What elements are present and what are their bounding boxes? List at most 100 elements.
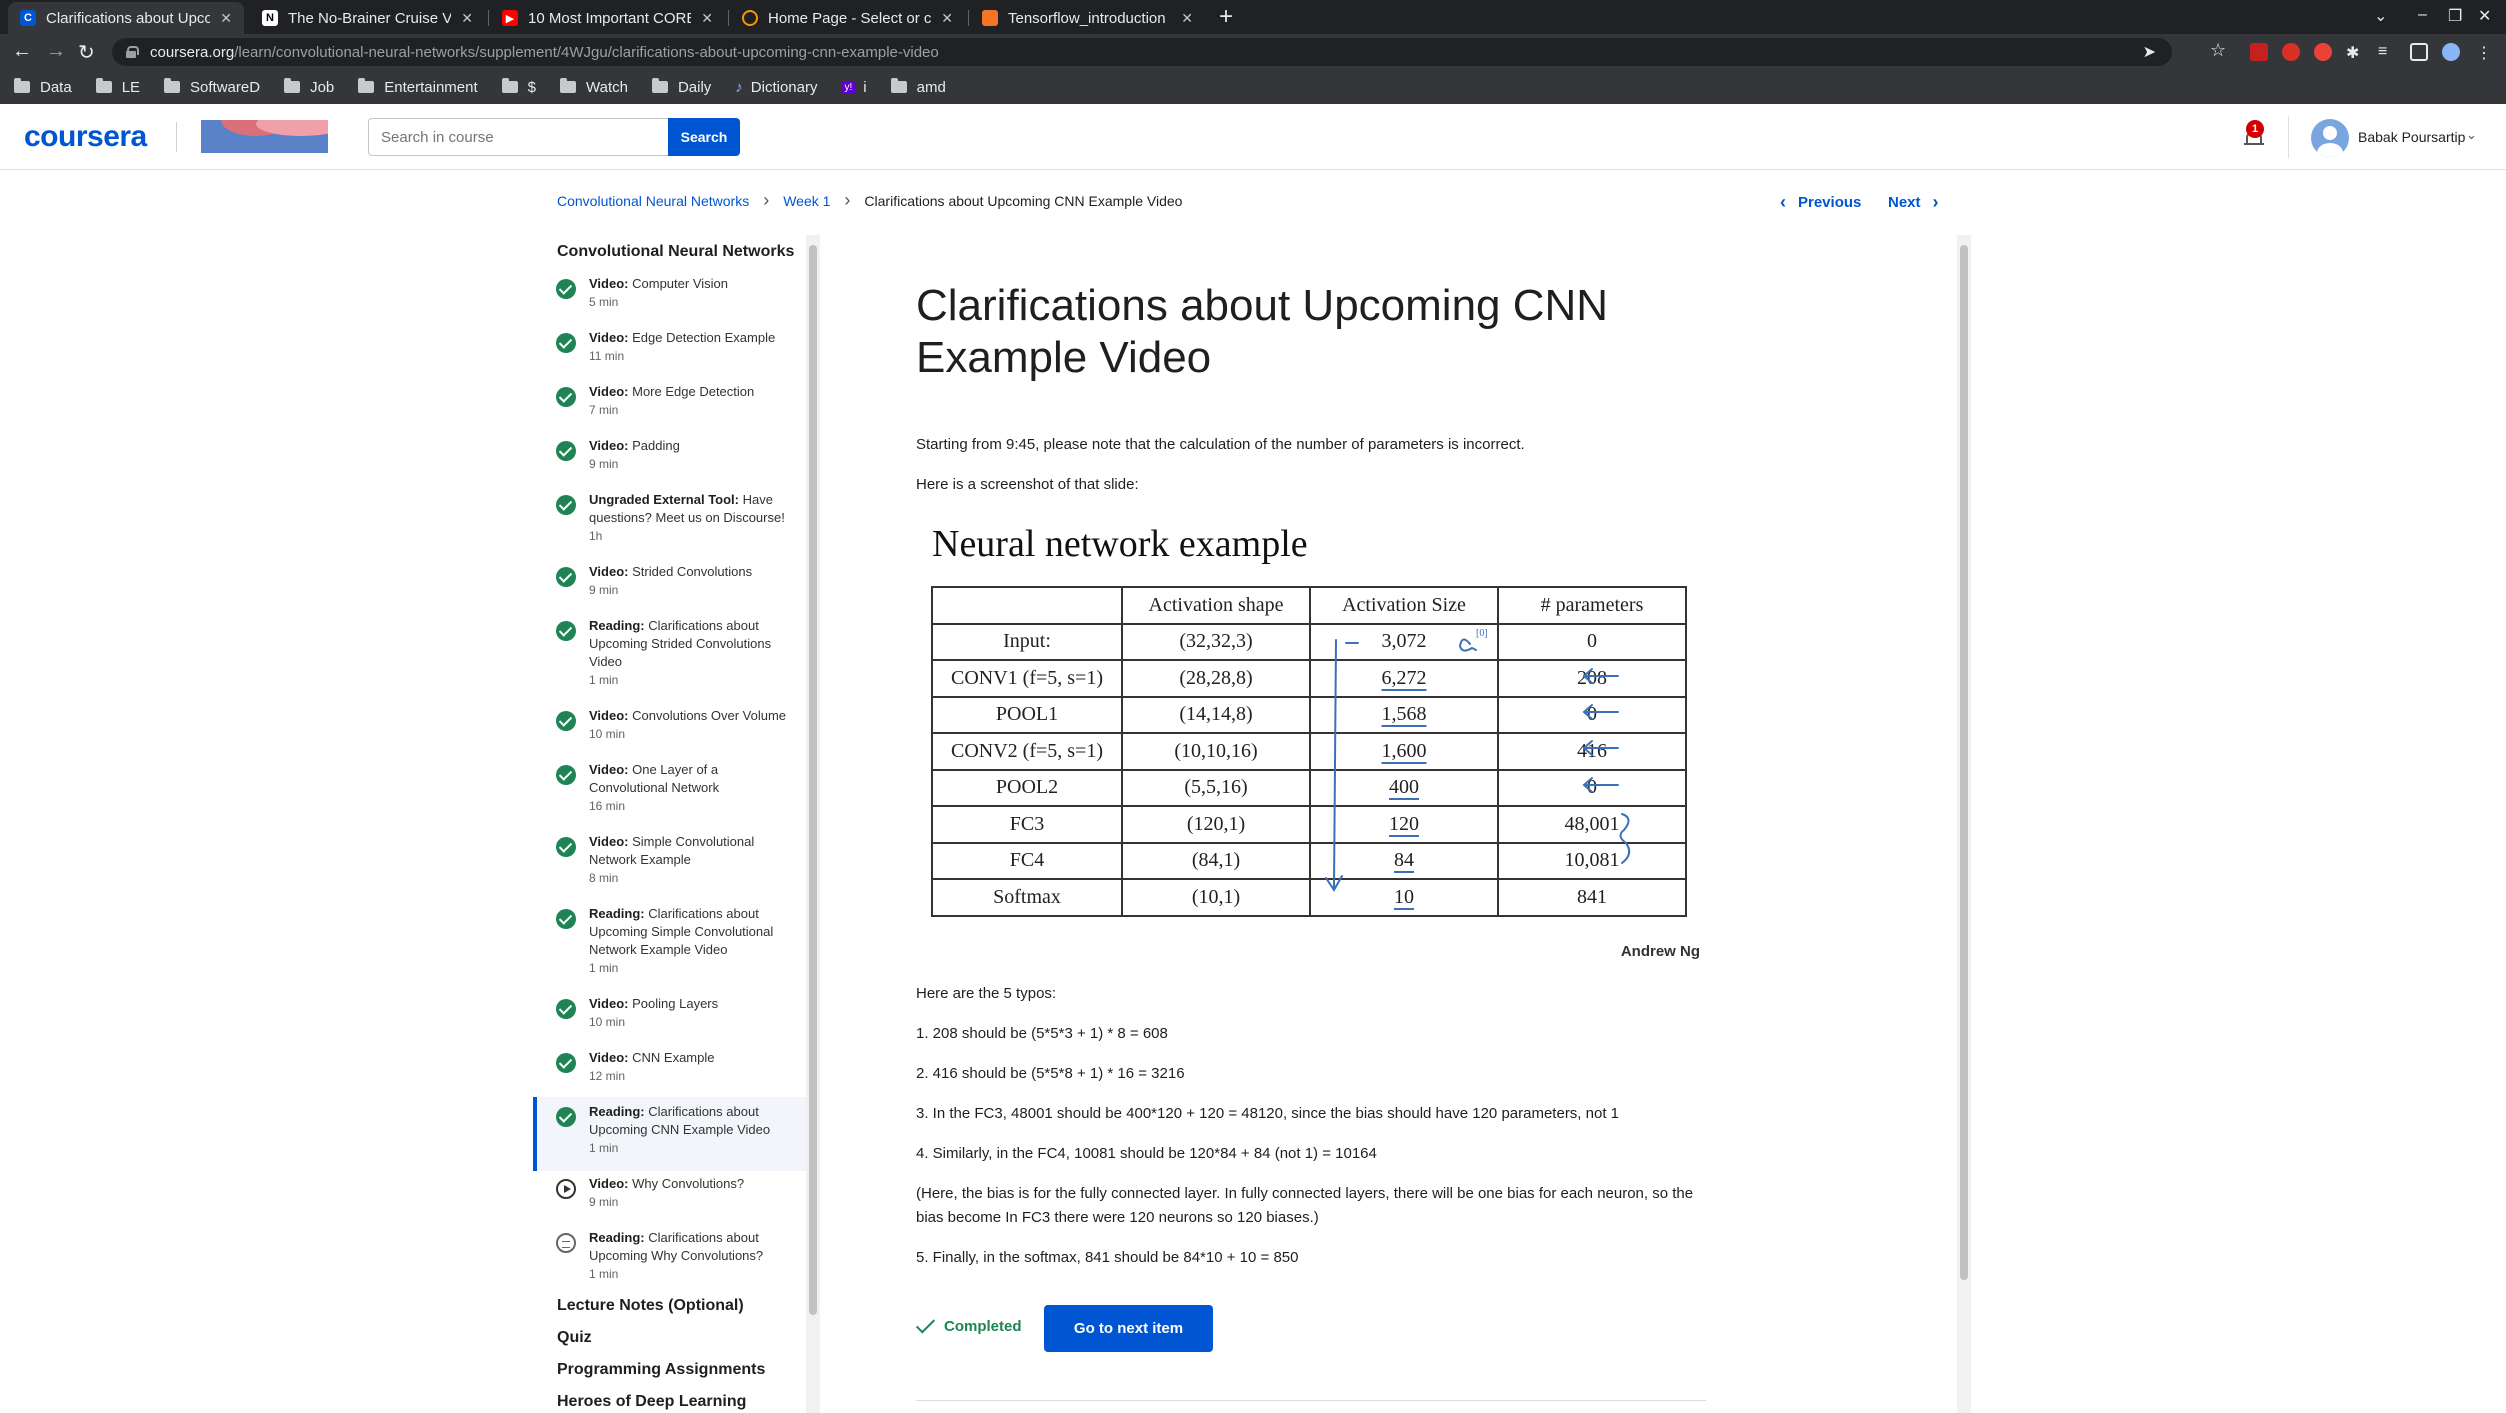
tab-separator: [968, 10, 969, 26]
main-scrollbar[interactable]: [1957, 235, 1971, 1413]
sidebar-course-title: Convolutional Neural Networks: [557, 243, 795, 260]
browser-tab-coursera[interactable]: C Clarifications about Upco ✕: [8, 2, 244, 34]
user-name[interactable]: Babak Poursartip: [2358, 129, 2465, 145]
new-tab-button[interactable]: +: [1213, 5, 1239, 31]
restore-icon[interactable]: ❐: [2448, 6, 2462, 26]
table-cell: 3,072: [1309, 622, 1499, 661]
send-icon[interactable]: ➤: [2143, 42, 2156, 62]
sidebar-item[interactable]: Video: Computer Vision 5 min: [533, 275, 806, 327]
main-scrollbar-thumb[interactable]: [1960, 245, 1968, 1280]
tab-separator: [728, 10, 729, 26]
content-divider: [916, 1400, 1706, 1401]
bookmark-daily[interactable]: Daily: [651, 78, 711, 96]
sidebar-item[interactable]: Reading: Clarifications about Upcoming S…: [533, 905, 806, 993]
close-window-icon[interactable]: ✕: [2478, 6, 2491, 26]
avatar[interactable]: [2311, 119, 2349, 157]
sidebar-section-heroes[interactable]: Heroes of Deep Learning: [557, 1393, 746, 1411]
folder-icon: [651, 78, 668, 93]
browser-tab-youtube[interactable]: ▶ 10 Most Important CORE ✕: [490, 2, 725, 34]
bookmark-dollar[interactable]: $: [501, 78, 536, 96]
browser-tab-homepage[interactable]: Home Page - Select or cre ✕: [730, 2, 965, 34]
sidebar-item[interactable]: Video: One Layer of a Convolutional Netw…: [533, 761, 806, 831]
sidebar-item[interactable]: Video: Strided Convolutions 9 min: [533, 563, 806, 615]
sidebar-item[interactable]: Video: Pooling Layers 10 min: [533, 995, 806, 1047]
table-row: Input: (32,32,3) 3,072 0: [931, 622, 1687, 661]
url-field[interactable]: coursera.org /learn/convolutional-neural…: [112, 38, 2172, 66]
bookmark-watch[interactable]: Watch: [560, 78, 628, 96]
completed-check-icon: [556, 837, 576, 857]
page-title: Clarifications about Upcoming CNN Exampl…: [916, 281, 1609, 382]
menu-icon[interactable]: ⋮: [2476, 43, 2494, 62]
sidebar-item[interactable]: Reading: Clarifications about Upcoming S…: [533, 617, 806, 705]
table-cell: Softmax: [931, 878, 1123, 917]
puzzle-icon[interactable]: ✱: [2346, 43, 2364, 62]
breadcrumb: Convolutional Neural Networks › Week 1 ›…: [557, 190, 1182, 211]
sidebar-scrollbar-thumb[interactable]: [809, 245, 817, 1315]
sidebar-item[interactable]: Video: Padding 9 min: [533, 437, 806, 489]
side-panel-icon[interactable]: [2410, 43, 2428, 61]
bookmark-softwared[interactable]: SoftwareD: [164, 78, 260, 96]
close-tab-icon[interactable]: ✕: [941, 10, 953, 27]
sidebar-item[interactable]: Reading: Clarifications about Upcoming W…: [533, 1229, 806, 1299]
back-icon[interactable]: ←: [12, 40, 32, 63]
breadcrumb-course-link[interactable]: Convolutional Neural Networks: [557, 193, 749, 209]
bookmark-amd[interactable]: amd: [890, 78, 946, 96]
sidebar-section-lecture-notes[interactable]: Lecture Notes (Optional): [557, 1297, 744, 1315]
chevron-left-icon: ‹: [1780, 192, 1786, 212]
folder-icon: [890, 78, 907, 93]
course-outline-sidebar: Convolutional Neural Networks Video: Com…: [533, 235, 806, 1413]
sidebar-scrollbar[interactable]: [806, 235, 820, 1413]
table-header: Activation shape: [1121, 586, 1311, 625]
breadcrumb-week-link[interactable]: Week 1: [783, 193, 830, 209]
sidebar-item[interactable]: Video: Simple Convolutional Network Exam…: [533, 833, 806, 903]
bookmark-dictionary[interactable]: ♪ Dictionary: [735, 79, 817, 96]
extension-icon[interactable]: [2250, 43, 2268, 61]
close-tab-icon[interactable]: ✕: [461, 10, 473, 27]
bookmark-i[interactable]: y! i: [841, 79, 867, 96]
extension-icon[interactable]: [2314, 43, 2332, 61]
browser-tab-cruise[interactable]: N The No-Brainer Cruise Va ✕: [250, 2, 485, 34]
completed-check-icon: [556, 495, 576, 515]
sidebar-item[interactable]: Video: Edge Detection Example 11 min: [533, 329, 806, 381]
sidebar-item[interactable]: Video: Convolutions Over Volume 10 min: [533, 707, 806, 759]
chevron-down-icon[interactable]: ⌄: [2466, 127, 2477, 143]
sidebar-item[interactable]: Video: CNN Example 12 min: [533, 1049, 806, 1101]
sidebar-section-quiz[interactable]: Quiz: [557, 1329, 592, 1347]
forward-icon[interactable]: →: [46, 40, 66, 63]
table-header: # parameters: [1497, 586, 1687, 625]
next-button[interactable]: Next ›: [1888, 192, 1939, 213]
browser-tab-tensorflow[interactable]: Tensorflow_introduction ✕: [970, 2, 1205, 34]
checkmark-icon: [916, 1321, 934, 1333]
sidebar-item[interactable]: Video: More Edge Detection 7 min: [533, 383, 806, 435]
bookmark-star-icon[interactable]: ☆: [2210, 40, 2226, 61]
sidebar-item[interactable]: Ungraded External Tool: Have questions? …: [533, 491, 806, 561]
bookmark-le[interactable]: LE: [95, 78, 140, 96]
bookmark-data[interactable]: Data: [14, 78, 72, 96]
sidebar-item[interactable]: Video: Why Convolutions? 9 min: [533, 1175, 806, 1227]
close-tab-icon[interactable]: ✕: [701, 10, 713, 27]
bookmark-entertainment[interactable]: Entertainment: [358, 78, 478, 96]
search-input[interactable]: [368, 118, 668, 156]
extension-icon[interactable]: [2282, 43, 2300, 61]
minimize-icon[interactable]: –: [2418, 6, 2427, 24]
table-row: POOL2 (5,5,16) 400 0: [931, 768, 1687, 807]
folder-icon: [95, 78, 112, 93]
table-cell: 0: [1497, 622, 1687, 661]
go-to-next-item-button[interactable]: Go to next item: [1044, 1305, 1213, 1352]
close-tab-icon[interactable]: ✕: [1181, 10, 1193, 27]
sidebar-section-programming-assignments[interactable]: Programming Assignments: [557, 1361, 765, 1379]
completed-check-icon: [556, 909, 576, 929]
bookmark-job[interactable]: Job: [284, 78, 334, 96]
tab-search-icon[interactable]: ⌄: [2374, 6, 2387, 26]
completed-check-icon: [556, 711, 576, 731]
coursera-logo[interactable]: coursera: [24, 120, 147, 154]
search-button[interactable]: Search: [668, 118, 740, 156]
reload-icon[interactable]: ↻: [78, 40, 95, 65]
media-icon[interactable]: ≡: [2378, 43, 2396, 61]
sidebar-item-current[interactable]: Reading: Clarifications about Upcoming C…: [533, 1097, 806, 1171]
logo-divider: [176, 122, 177, 152]
profile-icon[interactable]: [2442, 43, 2460, 61]
table-cell: 841: [1497, 878, 1687, 917]
close-tab-icon[interactable]: ✕: [220, 10, 232, 27]
previous-button[interactable]: ‹ Previous: [1780, 192, 1861, 213]
